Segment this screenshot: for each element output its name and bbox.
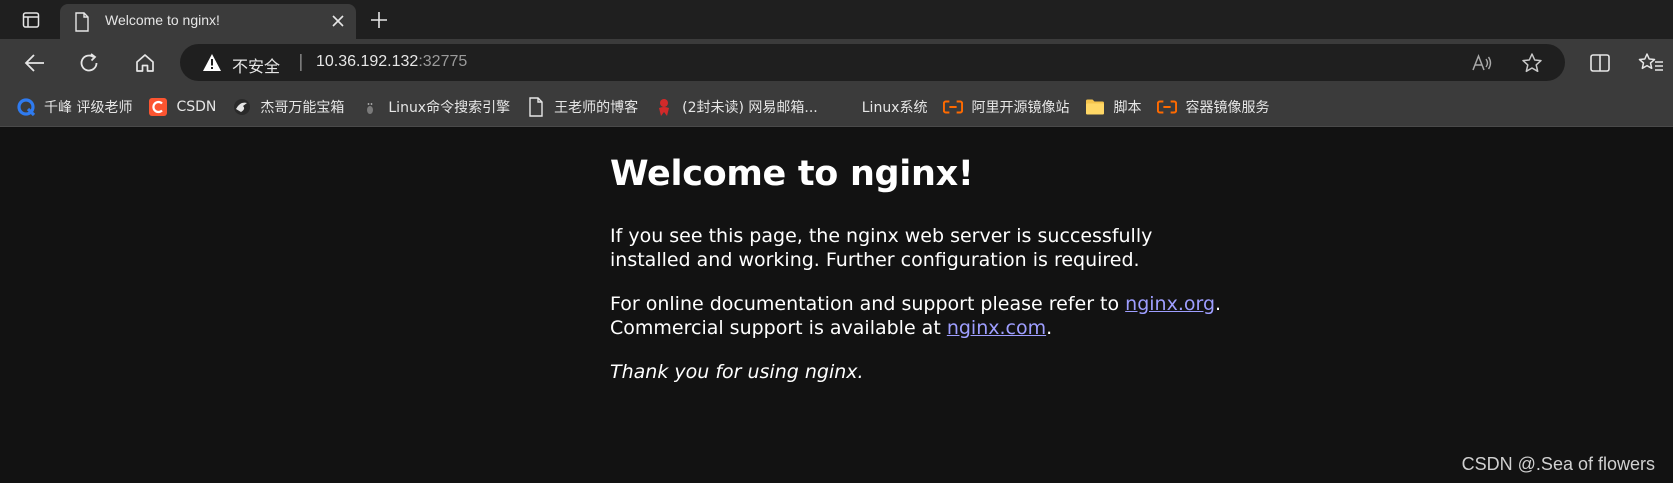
favorites-star-list-icon bbox=[1638, 53, 1663, 71]
thanks-text: Thank you for using nginx. bbox=[610, 361, 864, 383]
address-bar[interactable]: 不安全 | 10.36.192.132:32775 bbox=[180, 44, 1565, 81]
read-aloud-button[interactable] bbox=[1470, 51, 1494, 75]
tab-actions-button[interactable] bbox=[14, 8, 48, 32]
back-button[interactable] bbox=[20, 48, 50, 78]
watermark-text: CSDN @.Sea of flowers bbox=[1461, 454, 1655, 474]
aliyun-icon bbox=[1157, 97, 1178, 117]
bookmarks-bar: 千峰 评级老师 CSDN 杰哥万能宝箱 Linux命令搜索引擎 王老师的博客 (… bbox=[0, 87, 1673, 127]
nginx-com-link[interactable]: nginx.com bbox=[947, 317, 1046, 339]
plus-icon bbox=[371, 12, 387, 28]
read-aloud-icon bbox=[1472, 53, 1492, 71]
home-icon bbox=[136, 54, 154, 72]
nginx-org-link[interactable]: nginx.org bbox=[1125, 293, 1215, 315]
bookmark-container-registry[interactable]: 容器镜像服务 bbox=[1157, 97, 1269, 117]
bookmark-jiege[interactable]: 杰哥万能宝箱 bbox=[232, 97, 344, 117]
folder-icon bbox=[1085, 97, 1105, 117]
star-icon bbox=[1522, 53, 1542, 73]
favorite-button[interactable] bbox=[1520, 51, 1544, 75]
page-icon bbox=[74, 12, 90, 36]
bookmark-label: (2封未读) 网易邮箱... bbox=[682, 99, 818, 116]
bookmark-qianfeng[interactable]: 千峰 评级老师 bbox=[16, 97, 132, 117]
page-heading: Welcome to nginx! bbox=[610, 154, 974, 194]
bookmark-wang-blog[interactable]: 王老师的博客 bbox=[526, 96, 639, 117]
bookmark-label: Linux系统 bbox=[861, 99, 928, 116]
bird-icon bbox=[232, 97, 252, 117]
bookmark-netease-mail[interactable]: (2封未读) 网易邮箱... bbox=[654, 97, 818, 117]
blank-icon bbox=[834, 97, 854, 117]
tab-title: Welcome to nginx! bbox=[105, 12, 220, 28]
url-host: 10.36.192.132 bbox=[316, 53, 419, 70]
page-content: Welcome to nginx! If you see this page, … bbox=[0, 128, 1673, 483]
bookmark-label: 杰哥万能宝箱 bbox=[260, 99, 345, 116]
bookmark-aliyun-mirror[interactable]: 阿里开源镜像站 bbox=[943, 97, 1069, 117]
favorites-button[interactable] bbox=[1636, 48, 1666, 78]
warning-icon[interactable] bbox=[202, 53, 222, 76]
toolbar: 不安全 | 10.36.192.132:32775 bbox=[0, 39, 1673, 87]
bookmark-label: Linux命令搜索引擎 bbox=[388, 99, 511, 116]
commercial-period: . bbox=[1046, 317, 1053, 339]
csdn-icon bbox=[148, 97, 168, 117]
refresh-icon bbox=[80, 53, 98, 72]
bookmark-label: 王老师的博客 bbox=[554, 99, 639, 116]
docs-text: For online documentation and support ple… bbox=[610, 293, 1126, 315]
aliyun-icon bbox=[943, 97, 964, 117]
thanks-paragraph: Thank you for using nginx. bbox=[610, 360, 1230, 384]
netease-mail-icon bbox=[654, 97, 674, 117]
back-arrow-icon bbox=[24, 54, 44, 72]
bookmark-label: 千峰 评级老师 bbox=[44, 99, 133, 116]
intro-paragraph: If you see this page, the nginx web serv… bbox=[610, 225, 1153, 271]
bookmark-label: CSDN bbox=[176, 98, 217, 115]
tab-strip: Welcome to nginx! bbox=[0, 0, 1673, 39]
security-label[interactable]: 不安全 bbox=[232, 53, 280, 77]
docs-paragraph: For online documentation and support ple… bbox=[610, 292, 1230, 340]
page-icon bbox=[526, 96, 546, 117]
bookmark-linux-search[interactable]: Linux命令搜索引擎 bbox=[360, 97, 510, 117]
bookmark-csdn[interactable]: CSDN bbox=[148, 97, 216, 117]
refresh-button[interactable] bbox=[74, 48, 104, 78]
split-screen-icon bbox=[1590, 54, 1610, 72]
bookmark-label: 容器镜像服务 bbox=[1185, 99, 1270, 116]
active-tab[interactable]: Welcome to nginx! bbox=[60, 4, 356, 39]
nginx-welcome: Welcome to nginx! If you see this page, … bbox=[610, 154, 1230, 404]
url-text[interactable]: 10.36.192.132:32775 bbox=[316, 53, 467, 71]
bookmark-linux-system[interactable]: Linux系统 bbox=[834, 97, 928, 117]
docs-period: . bbox=[1215, 293, 1222, 315]
address-separator: | bbox=[298, 52, 304, 72]
bookmark-label: 脚本 bbox=[1113, 99, 1142, 116]
bookmark-label: 阿里开源镜像站 bbox=[971, 99, 1070, 116]
split-screen-button[interactable] bbox=[1585, 48, 1615, 78]
bookmark-scripts-folder[interactable]: 脚本 bbox=[1085, 97, 1141, 117]
qianfeng-icon bbox=[16, 97, 36, 117]
tab-actions-icon bbox=[22, 12, 40, 28]
linux-tux-icon bbox=[360, 97, 380, 117]
new-tab-button[interactable] bbox=[366, 8, 392, 32]
home-button[interactable] bbox=[130, 48, 160, 78]
url-port: :32775 bbox=[418, 53, 468, 70]
close-icon[interactable] bbox=[330, 13, 346, 33]
commercial-text: Commercial support is available at bbox=[610, 317, 947, 339]
